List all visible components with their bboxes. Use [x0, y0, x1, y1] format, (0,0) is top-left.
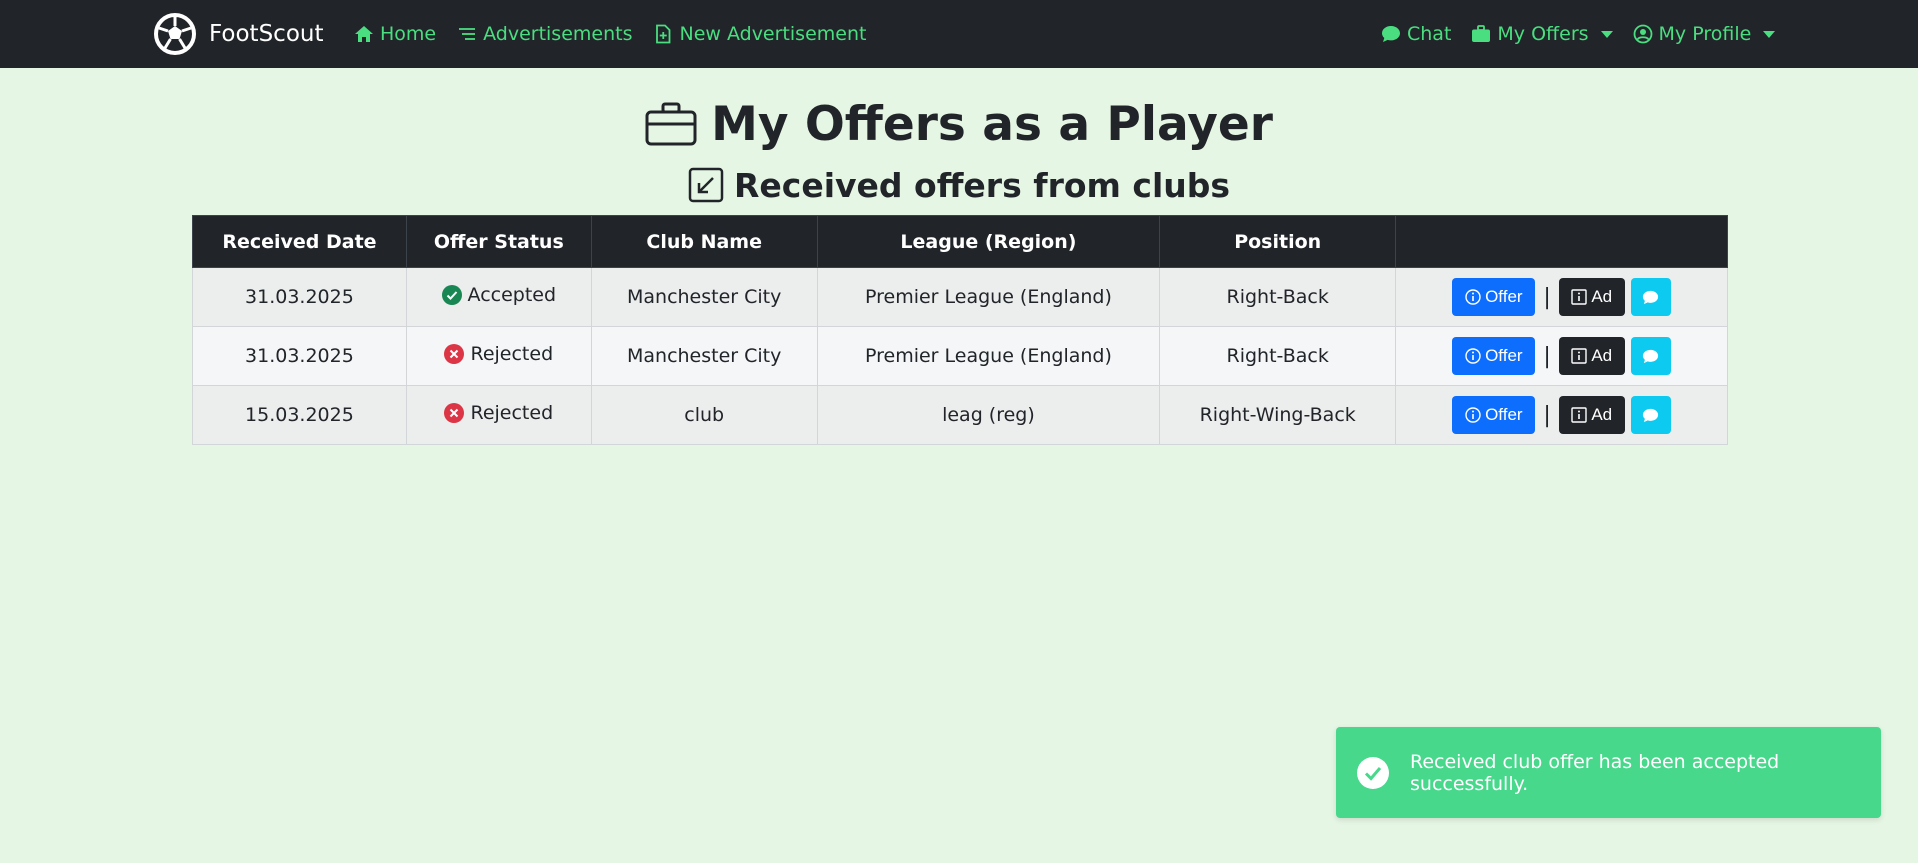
column-header: Club Name	[590, 215, 818, 268]
briefcase-icon	[645, 102, 697, 146]
table-header-row: Received Date Offer Status Club Name Lea…	[192, 215, 1728, 268]
info-square-icon	[1571, 348, 1588, 364]
offer-button-label: Offer	[1485, 346, 1523, 365]
chat-icon	[1643, 408, 1659, 422]
page-title: My Offers as a Player	[0, 94, 1918, 154]
table-row: 31.03.2025 Rejected Manchester City Prem…	[192, 326, 1728, 386]
offer-status-cell: Rejected	[405, 385, 592, 445]
nav-new-advertisement[interactable]: New Advertisement	[653, 23, 866, 45]
info-square-icon	[1571, 407, 1588, 423]
column-header: League (Region)	[816, 215, 1161, 268]
ad-button-label: Ad	[1591, 405, 1613, 424]
separator: |	[1543, 284, 1551, 310]
success-toast[interactable]: Received club offer has been accepted su…	[1336, 727, 1881, 818]
status-label: Accepted	[467, 284, 557, 306]
nav-advertisements-label: Advertisements	[483, 23, 633, 45]
nav-my-offers-dropdown[interactable]: My Offers	[1471, 23, 1613, 45]
toast-message: Received club offer has been accepted su…	[1410, 750, 1780, 795]
nav-new-advertisement-label: New Advertisement	[679, 23, 867, 45]
person-circle-icon	[1633, 24, 1652, 44]
nav-chat-label: Chat	[1407, 23, 1452, 45]
ad-button-label: Ad	[1591, 287, 1613, 306]
caret-down-icon	[1763, 30, 1776, 38]
ad-details-button[interactable]: Ad	[1558, 337, 1625, 375]
nav-advertisements[interactable]: Advertisements	[457, 23, 632, 45]
check-circle-icon	[1357, 756, 1389, 789]
file-plus-icon	[656, 24, 671, 44]
soccer-ball-icon	[154, 13, 196, 55]
brand-name: FootScout	[209, 21, 324, 47]
position-cell: Right-Wing-Back	[1159, 385, 1397, 445]
received-date-cell: 15.03.2025	[192, 385, 407, 445]
actions-cell: Offer | Ad	[1395, 326, 1728, 386]
arrow-down-left-square-icon	[688, 167, 724, 203]
chat-icon	[1643, 349, 1659, 363]
position-cell: Right-Back	[1159, 267, 1397, 327]
column-header	[1395, 215, 1728, 268]
status-label: Rejected	[470, 402, 554, 424]
section-title-text: Received offers from clubs	[733, 165, 1231, 205]
page-title-text: My Offers as a Player	[711, 96, 1273, 152]
navbar: FootScout Home Advertisements New Advert…	[0, 0, 1918, 68]
ad-details-button[interactable]: Ad	[1558, 396, 1625, 434]
table-row: 15.03.2025 Rejected club leag (reg) Righ…	[192, 385, 1728, 445]
nav-home[interactable]: Home	[354, 23, 436, 45]
check-circle-icon	[441, 285, 462, 305]
offer-button-label: Offer	[1485, 405, 1523, 424]
received-date-cell: 31.03.2025	[192, 326, 407, 386]
column-header: Received Date	[192, 215, 407, 268]
x-circle-icon	[444, 403, 465, 423]
nav-my-profile-label: My Profile	[1658, 23, 1752, 45]
brand[interactable]: FootScout	[153, 12, 323, 56]
chat-button[interactable]	[1630, 337, 1671, 375]
column-header: Position	[1159, 215, 1397, 268]
home-icon	[355, 26, 373, 42]
offer-button-label: Offer	[1485, 287, 1523, 306]
chat-icon	[1382, 26, 1400, 42]
offer-details-button[interactable]: Offer	[1452, 278, 1536, 316]
caret-down-icon	[1600, 30, 1613, 38]
separator: |	[1543, 343, 1551, 369]
offer-details-button[interactable]: Offer	[1452, 396, 1536, 434]
received-offers-table: Received Date Offer Status Club Name Lea…	[192, 215, 1728, 445]
ad-button-label: Ad	[1591, 346, 1613, 365]
offer-status-cell: Rejected	[405, 326, 592, 386]
briefcase-icon	[1472, 25, 1491, 42]
offer-status-cell: Accepted	[405, 267, 592, 327]
position-cell: Right-Back	[1159, 326, 1397, 386]
nav-chat[interactable]: Chat	[1381, 23, 1451, 45]
actions-cell: Offer | Ad	[1395, 267, 1728, 327]
actions-cell: Offer | Ad	[1395, 385, 1728, 445]
x-circle-icon	[444, 344, 465, 364]
list-icon	[459, 28, 476, 40]
chat-button[interactable]	[1630, 278, 1671, 316]
nav-home-label: Home	[380, 23, 437, 45]
nav-my-profile-dropdown[interactable]: My Profile	[1633, 23, 1776, 45]
nav-my-offers-label: My Offers	[1497, 23, 1589, 45]
league-cell: Premier League (England)	[816, 326, 1161, 386]
club-name-cell: club	[590, 385, 818, 445]
league-cell: Premier League (England)	[816, 267, 1161, 327]
league-cell: leag (reg)	[816, 385, 1161, 445]
ad-details-button[interactable]: Ad	[1558, 278, 1625, 316]
club-name-cell: Manchester City	[590, 267, 818, 327]
club-name-cell: Manchester City	[590, 326, 818, 386]
nav-left: Home Advertisements New Advertisement	[354, 0, 866, 68]
offer-details-button[interactable]: Offer	[1452, 337, 1536, 375]
info-square-icon	[1571, 289, 1588, 305]
chat-icon	[1643, 290, 1659, 304]
separator: |	[1543, 402, 1551, 428]
nav-right: Chat My Offers My Profile	[1381, 0, 1776, 68]
section-title: Received offers from clubs	[0, 162, 1918, 208]
info-circle-icon	[1465, 289, 1481, 305]
status-label: Rejected	[470, 343, 554, 365]
received-date-cell: 31.03.2025	[192, 267, 407, 327]
info-circle-icon	[1465, 407, 1481, 423]
chat-button[interactable]	[1630, 396, 1671, 434]
info-circle-icon	[1465, 348, 1481, 364]
column-header: Offer Status	[405, 215, 592, 268]
table-row: 31.03.2025 Accepted Manchester City Prem…	[192, 267, 1728, 327]
